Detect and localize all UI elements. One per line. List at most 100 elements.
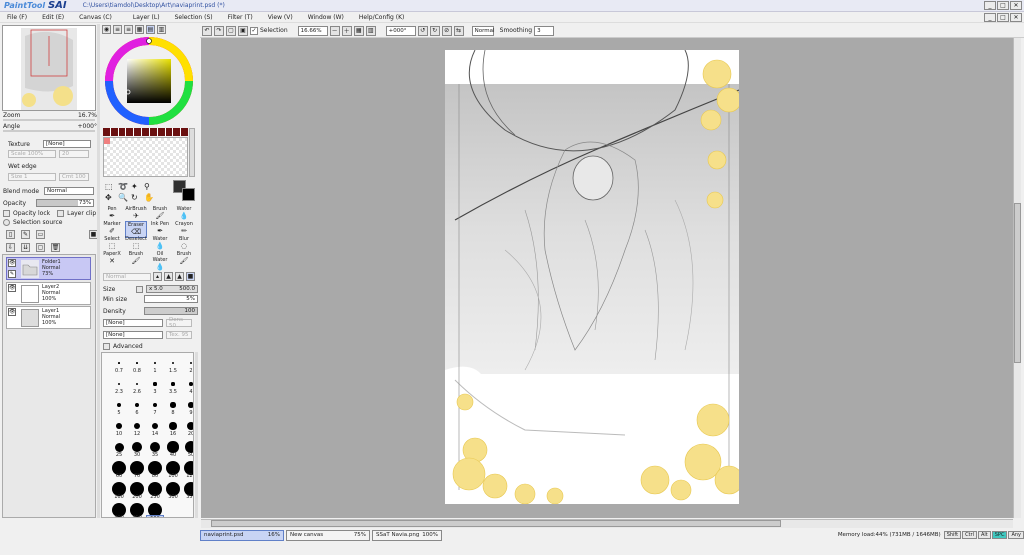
brush-size-dot[interactable]: [118, 362, 120, 364]
flip-icon[interactable]: ⇆: [453, 25, 464, 36]
layer-clip-checkbox[interactable]: [57, 210, 65, 217]
hand-icon[interactable]: ✋: [144, 193, 155, 202]
swatch-icon[interactable]: ▦: [135, 25, 144, 34]
brush-size-dot[interactable]: [186, 421, 193, 431]
tool-blur[interactable]: Blur ◌: [173, 236, 195, 251]
tool-pen[interactable]: Pen ✒: [101, 206, 123, 221]
advanced-checkbox[interactable]: [103, 343, 110, 350]
merge-down-icon[interactable]: ⇊: [21, 243, 30, 252]
brush-size-dot[interactable]: [136, 362, 138, 364]
layer-row-layer2[interactable]: 👁 Layer2 Normal 100%: [6, 282, 91, 305]
tool-water[interactable]: Water 💧: [173, 206, 195, 221]
doc-close-button[interactable]: ✕: [1010, 13, 1022, 22]
zoom-out-icon[interactable]: －: [329, 25, 340, 36]
menu-layer[interactable]: Layer (L): [126, 14, 168, 21]
tool-brush[interactable]: Brush 🖌: [149, 206, 171, 221]
opacity-lock-checkbox[interactable]: [3, 210, 10, 217]
brush-size-dot[interactable]: [154, 362, 156, 364]
hsv-slider-icon[interactable]: ≡: [124, 25, 133, 34]
tool-oil-water[interactable]: Oil Water 💧: [149, 251, 171, 272]
rgb-slider-icon[interactable]: ≡: [113, 25, 122, 34]
menu-file[interactable]: File (F): [0, 14, 35, 21]
artwork-canvas[interactable]: [445, 49, 744, 505]
tool-marker[interactable]: Marker ✐: [101, 221, 123, 236]
close-button[interactable]: ✕: [1010, 1, 1022, 10]
tool-select[interactable]: Select ⬚: [101, 236, 123, 251]
tool-paperx[interactable]: PaperX ✕: [101, 251, 123, 266]
menu-edit[interactable]: Edit (E): [35, 14, 72, 21]
clear-layer-icon[interactable]: ▢: [36, 243, 45, 252]
visibility-eye-icon[interactable]: 👁: [8, 259, 16, 267]
brush-size-dot[interactable]: [134, 402, 140, 408]
rotate-reset-icon[interactable]: ⊘: [441, 25, 452, 36]
secondary-color[interactable]: [182, 188, 195, 201]
brush-size-dot[interactable]: [133, 422, 141, 430]
new-folder-icon[interactable]: ▭: [36, 230, 45, 239]
zoom-tool-icon[interactable]: 🔍: [118, 193, 129, 202]
tool-water[interactable]: Water 💧: [149, 236, 171, 251]
smoothing-select[interactable]: 3: [534, 25, 555, 36]
brush-size-dot[interactable]: [151, 422, 159, 430]
zoom-in-icon[interactable]: ＋: [341, 25, 352, 36]
tool-ink-pen[interactable]: Ink Pen ✒: [149, 221, 171, 236]
menu-canvas[interactable]: Canvas (C): [72, 14, 120, 21]
deselect-icon[interactable]: ▢: [226, 25, 236, 36]
rotate-right-icon[interactable]: ↻: [429, 25, 440, 36]
tool-airbrush[interactable]: AirBrush ✈: [125, 206, 147, 221]
stabilizer-mode[interactable]: Normal: [471, 25, 495, 36]
brush-texture-select[interactable]: [None]: [103, 319, 163, 327]
brush-size-dot[interactable]: [135, 382, 139, 386]
brush-shape-3-icon[interactable]: ▲: [175, 272, 184, 281]
tab-naviaprint[interactable]: naviaprint.psd 16%: [200, 529, 284, 541]
layer-row-folder1[interactable]: 👁 ✎ Folder1 Normal 73%: [6, 257, 91, 280]
selection-source-checkbox[interactable]: [3, 219, 10, 226]
undo-icon[interactable]: ↶: [202, 25, 212, 36]
visibility-eye-icon[interactable]: 👁: [8, 308, 16, 316]
brush-size-dot[interactable]: [153, 382, 157, 386]
minimize-button[interactable]: _: [984, 1, 996, 10]
brush-shape-4-icon[interactable]: ■: [186, 272, 195, 281]
vertical-scrollbar[interactable]: [1013, 38, 1021, 518]
new-layer-icon[interactable]: ▯: [6, 230, 15, 239]
rect-select-icon[interactable]: ⬚: [105, 182, 116, 191]
doc-restore-button[interactable]: □: [997, 13, 1009, 22]
brush-size-slider[interactable]: x 5.0 500.0: [146, 285, 198, 293]
selection-checkbox[interactable]: ✓: [250, 26, 258, 35]
brush-size-dot[interactable]: [169, 422, 177, 430]
menu-help[interactable]: Help/Config (K): [352, 14, 412, 21]
menu-selection[interactable]: Selection (S): [168, 14, 221, 21]
brush-size-dot[interactable]: [114, 442, 124, 452]
brush-size-dot[interactable]: [189, 361, 193, 365]
swatch-scrollbar[interactable]: [189, 128, 195, 177]
rotate-icon[interactable]: ↻: [131, 193, 142, 202]
menu-window[interactable]: Window (W): [301, 14, 352, 21]
opacity-slider[interactable]: 73%: [36, 199, 95, 207]
angle-slider[interactable]: [3, 130, 95, 132]
brush-size-dot[interactable]: [171, 382, 175, 386]
brush-size-dot[interactable]: [170, 402, 176, 408]
swatch-grid[interactable]: [103, 137, 188, 177]
brush-size-dot[interactable]: [171, 361, 175, 365]
horizontal-scrollbar[interactable]: [201, 519, 1013, 528]
layer-row-layer1[interactable]: 👁 Layer1 Normal 100%: [6, 306, 91, 329]
transfer-down-icon[interactable]: ⇩: [6, 243, 15, 252]
redo-icon[interactable]: ↷: [214, 25, 224, 36]
color-wheel-icon[interactable]: ◉: [102, 25, 111, 34]
min-size-slider[interactable]: 5%: [144, 295, 198, 303]
visibility-eye-icon[interactable]: 👁: [8, 284, 16, 292]
magic-wand-icon[interactable]: ✦: [131, 182, 142, 191]
new-linework-icon[interactable]: ✎: [21, 230, 30, 239]
brush-shape-1-icon[interactable]: ▴: [153, 272, 162, 281]
navigator-preview[interactable]: [2, 25, 96, 111]
brush-texture2-select[interactable]: [None]: [103, 331, 163, 339]
tool-deselect[interactable]: Deselect ⬚: [125, 236, 147, 251]
brush-size-dot[interactable]: [152, 402, 158, 408]
lasso-icon[interactable]: ➰: [118, 182, 129, 191]
zoom-reset-icon[interactable]: ▦: [353, 25, 364, 36]
texture-select[interactable]: [None]: [42, 140, 91, 148]
angle-dropdown[interactable]: +000°: [385, 25, 416, 36]
brush-shape-2-icon[interactable]: ▲: [164, 272, 173, 281]
brush-size-dot[interactable]: [188, 402, 193, 408]
tool-crayon[interactable]: Crayon ✏: [173, 221, 195, 236]
tab-new-canvas[interactable]: New canvas 75%: [286, 529, 370, 541]
